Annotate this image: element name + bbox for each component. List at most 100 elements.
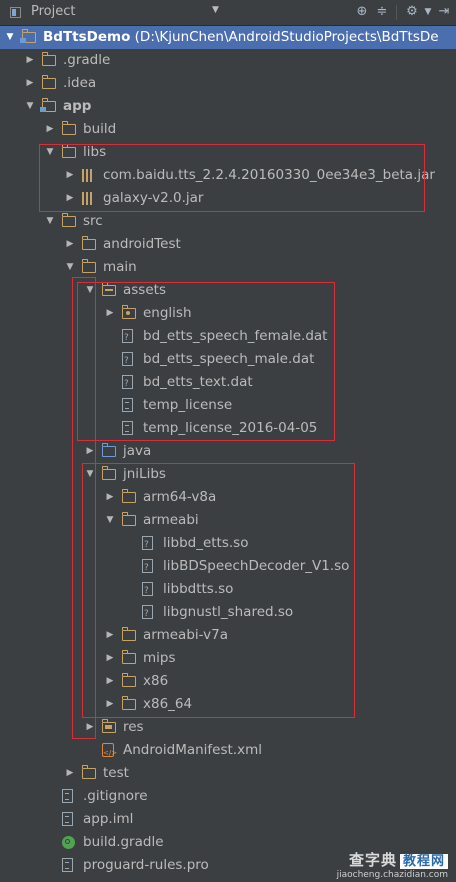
gradle-icon (62, 836, 75, 849)
expand-arrow-icon[interactable]: ▶ (104, 670, 116, 693)
panel-title[interactable]: Project (31, 4, 75, 19)
hide-icon[interactable]: ⇥ (436, 4, 452, 20)
tree-row[interactable]: ▶ arm64-v8a (0, 486, 456, 509)
tree-row[interactable]: ▶ armeabi-v7a (0, 624, 456, 647)
expand-arrow-icon[interactable]: ▶ (104, 302, 116, 325)
collapse-arrow-icon[interactable]: ▼ (64, 256, 76, 279)
tree-row-name: x86 (143, 673, 169, 689)
tree-row[interactable]: ▶ build (0, 118, 456, 141)
tree-row[interactable]: AndroidManifest.xml (0, 739, 456, 765)
tree-row[interactable]: ▶ res (0, 716, 456, 739)
tree-row-label: libs (83, 141, 106, 164)
collapse-all-icon[interactable]: ≑ (374, 4, 390, 20)
expand-arrow-icon[interactable]: ▶ (24, 49, 36, 72)
expand-arrow-icon[interactable]: ▶ (64, 762, 76, 785)
tree-row[interactable]: bd_etts_speech_male.dat (0, 348, 456, 373)
tree-row[interactable]: temp_license_2016-04-05 (0, 417, 456, 440)
unknown-file-icon (142, 557, 153, 580)
tree-row-name: libbd_etts.so (163, 535, 249, 551)
tree-row-name: build (83, 121, 117, 137)
target-icon[interactable]: ⊕ (354, 4, 370, 20)
tree-row[interactable]: ▶ androidTest (0, 233, 456, 256)
collapse-arrow-icon[interactable]: ▼ (44, 141, 56, 164)
tree-row-name: armeabi (143, 512, 199, 528)
collapse-arrow-icon[interactable]: ▼ (44, 210, 56, 233)
tree-row[interactable]: ▶ test (0, 762, 456, 785)
tree-row-name: libBDSpeechDecoder_V1.so (163, 558, 350, 574)
folder-icon (81, 765, 96, 779)
tree-row[interactable]: ▼ jniLibs (0, 463, 456, 486)
tree-row[interactable]: ▼ src (0, 210, 456, 233)
tree-row-name: bd_etts_speech_female.dat (143, 328, 328, 344)
tree-row-label: libBDSpeechDecoder_V1.so (163, 555, 349, 578)
expand-arrow-icon[interactable]: ▶ (84, 440, 96, 463)
text-file-icon (62, 789, 73, 803)
unknown-file-icon (142, 603, 153, 626)
expand-arrow-icon[interactable]: ▶ (24, 72, 36, 95)
view-dropdown-icon[interactable]: ▼ (212, 5, 219, 15)
folder-icon (121, 627, 136, 641)
tree-row[interactable]: app.iml (0, 808, 456, 831)
expand-arrow-icon[interactable]: ▶ (64, 187, 76, 210)
tree-row-label: armeabi-v7a (143, 624, 228, 647)
folder-icon (121, 512, 136, 526)
collapse-arrow-icon[interactable]: ▼ (4, 26, 16, 49)
tree-row-name: main (103, 259, 137, 275)
tree-row[interactable]: ▶ english (0, 302, 456, 325)
watermark: 查字典 教程网 jiaocheng.chazidian.com (337, 849, 448, 880)
tree-row[interactable]: ▼ app (0, 95, 456, 118)
expand-arrow-icon[interactable]: ▶ (104, 486, 116, 509)
text-file-icon (62, 858, 73, 872)
tree-row[interactable]: ▼ BdTtsDemo (D:\KjunChen\AndroidStudioPro… (0, 26, 456, 49)
tree-row[interactable]: ▶ x86_64 (0, 693, 456, 716)
tree-row[interactable]: libgnustl_shared.so (0, 601, 456, 626)
tree-row-name: java (123, 443, 152, 459)
tree-row-label: build.gradle (83, 831, 164, 854)
tree-row-label: com.baidu.tts_2.2.4.20160330_0ee34e3_bet… (103, 164, 435, 187)
tree-row[interactable]: ▶ com.baidu.tts_2.2.4.20160330_0ee34e3_be… (0, 164, 456, 187)
tree-row[interactable]: ▶ x86 (0, 670, 456, 693)
gear-dropdown-icon[interactable]: ▼ (420, 4, 436, 20)
tree-row[interactable]: temp_license (0, 394, 456, 417)
tree-row[interactable]: .gitignore (0, 785, 456, 808)
tree-row[interactable]: ▶ galaxy-v2.0.jar (0, 187, 456, 210)
source-folder-icon (101, 443, 116, 457)
tree-row[interactable]: ▼ libs (0, 141, 456, 164)
expand-arrow-icon[interactable]: ▶ (44, 118, 56, 141)
folder-icon (81, 259, 96, 273)
tree-row[interactable]: ▶ .gradle (0, 49, 456, 72)
tree-row-name: androidTest (103, 236, 181, 252)
tree-row-label: x86_64 (143, 693, 192, 716)
collapse-arrow-icon[interactable]: ▼ (84, 279, 96, 302)
tree-row[interactable]: ▶ java (0, 440, 456, 463)
project-icon (10, 7, 21, 18)
tree-row[interactable]: ▼ armeabi (0, 509, 456, 532)
tree-row[interactable]: ▼ main (0, 256, 456, 279)
tree-row-name: .idea (63, 75, 97, 91)
tree-row[interactable]: bd_etts_text.dat (0, 371, 456, 396)
tree-row-label: java (123, 440, 151, 463)
tree-row[interactable]: libBDSpeechDecoder_V1.so (0, 555, 456, 580)
expand-arrow-icon[interactable]: ▶ (104, 693, 116, 716)
tree-row[interactable]: ▶ .idea (0, 72, 456, 95)
gear-icon[interactable]: ⚙ (404, 4, 420, 20)
tree-row[interactable]: bd_etts_speech_female.dat (0, 325, 456, 350)
tree-row-name: libbdtts.so (163, 581, 234, 597)
tree-row-path: (D:\KjunChen\AndroidStudioProjects\BdTts… (130, 29, 439, 45)
expand-arrow-icon[interactable]: ▶ (64, 164, 76, 187)
expand-arrow-icon[interactable]: ▶ (64, 233, 76, 256)
expand-arrow-icon[interactable]: ▶ (104, 647, 116, 670)
expand-arrow-icon[interactable]: ▶ (104, 624, 116, 647)
tree-row[interactable]: libbdtts.so (0, 578, 456, 603)
collapse-arrow-icon[interactable]: ▼ (84, 463, 96, 486)
tree-row-name: arm64-v8a (143, 489, 217, 505)
expand-arrow-icon[interactable]: ▶ (84, 716, 96, 739)
folder-icon (61, 121, 76, 135)
collapse-arrow-icon[interactable]: ▼ (24, 95, 36, 118)
toolbar-divider (396, 5, 397, 20)
tree-row[interactable]: ▼ assets (0, 279, 456, 302)
tree-row-label: app.iml (83, 808, 133, 831)
collapse-arrow-icon[interactable]: ▼ (104, 509, 116, 532)
tree-row[interactable]: ▶ mips (0, 647, 456, 670)
tree-row[interactable]: libbd_etts.so (0, 532, 456, 557)
